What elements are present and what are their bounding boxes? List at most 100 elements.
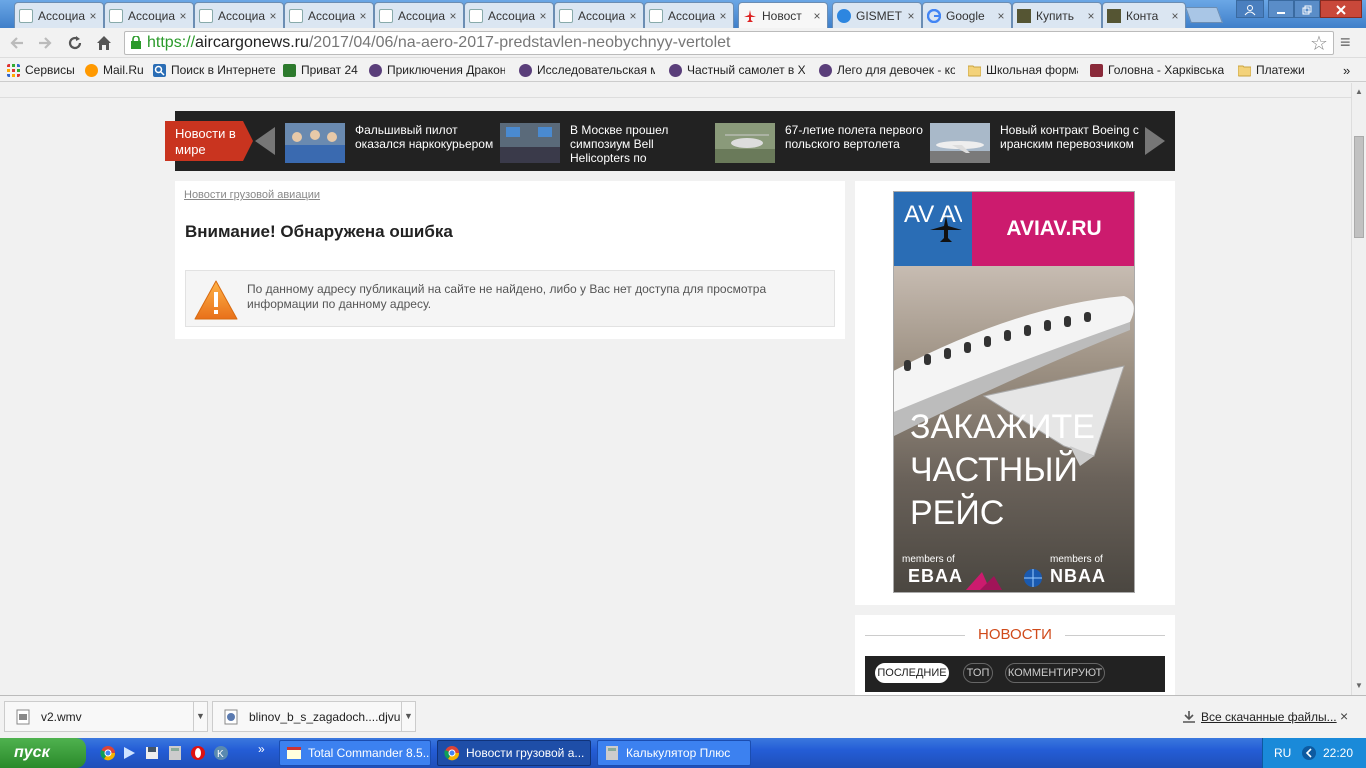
download-filename: v2.wmv	[41, 709, 82, 724]
warning-icon	[194, 280, 238, 320]
ticker-prev-arrow-icon[interactable]	[255, 127, 275, 155]
user-profile-icon[interactable]	[1236, 0, 1264, 18]
ticker-thumbnail	[500, 123, 560, 163]
chrome-icon[interactable]	[100, 745, 116, 761]
calculator-icon[interactable]	[167, 745, 183, 761]
ticker-item[interactable]: В Москве прошел симпозиум Bell Helicopte…	[500, 123, 710, 165]
window-close-icon[interactable]	[1320, 0, 1362, 18]
close-icon[interactable]: ×	[267, 9, 279, 23]
bookmarks-overflow-button[interactable]: »	[1343, 63, 1357, 78]
quicklaunch-overflow-button[interactable]: »	[258, 742, 265, 756]
browser-tab-active[interactable]: Новост ×	[738, 2, 828, 28]
close-icon[interactable]: ×	[995, 9, 1007, 23]
browser-tab[interactable]: Ассоциа ×	[374, 2, 464, 28]
menu-icon[interactable]: ≡	[1340, 32, 1351, 53]
taskbar-task[interactable]: Total Commander 8.5...	[279, 740, 431, 766]
home-icon[interactable]	[93, 33, 115, 53]
restore-icon[interactable]	[1294, 0, 1320, 18]
browser-tab[interactable]: Купить ×	[1012, 2, 1102, 28]
total-commander-icon	[287, 747, 301, 759]
close-icon[interactable]: ×	[357, 9, 369, 23]
close-icon[interactable]: ×	[717, 9, 729, 23]
bookmark-item[interactable]: Лего для девочек - кон	[819, 63, 955, 77]
bookmark-folder[interactable]: Платежи	[1238, 63, 1318, 77]
browser-tab[interactable]: Google ×	[922, 2, 1012, 28]
chevron-down-icon[interactable]: ▼	[193, 702, 207, 731]
bookmark-star-icon[interactable]: ☆	[1310, 31, 1328, 56]
minimize-icon[interactable]	[1268, 0, 1294, 18]
bookmark-icon	[819, 63, 832, 77]
start-button[interactable]: пуск	[0, 738, 86, 768]
reload-icon[interactable]	[64, 33, 86, 53]
bookmark-item[interactable]: Сервисы	[7, 63, 77, 77]
browser-tab[interactable]: Ассоциа ×	[554, 2, 644, 28]
divider	[1065, 635, 1165, 636]
address-bar[interactable]: https://aircargonews.ru/2017/04/06/na-ae…	[124, 31, 1334, 55]
bookmark-item[interactable]: Частный самолет в Хар	[669, 63, 805, 77]
close-icon[interactable]: ×	[447, 9, 459, 23]
browser-tab[interactable]: Ассоциа ×	[644, 2, 734, 28]
bookmark-folder[interactable]: Школьная форма	[968, 63, 1078, 77]
aviav-banner-ad[interactable]: AV AV AVIAV.RU ЗАКАЖИТЕ ЧАСТНЫЙ РЕЙС	[893, 191, 1135, 593]
bookmark-item[interactable]: Головна - Харківська г	[1090, 63, 1224, 77]
floppy-icon[interactable]	[144, 745, 160, 761]
ticker-next-arrow-icon[interactable]	[1145, 127, 1165, 155]
chevron-left-icon[interactable]	[1301, 745, 1317, 761]
close-icon[interactable]: ×	[905, 9, 917, 23]
bookmark-item[interactable]: Приключения Дракона	[369, 63, 505, 77]
bookmark-item[interactable]: Поиск в Интернете	[153, 63, 275, 77]
tab-top[interactable]: ТОП	[963, 663, 993, 683]
browser-tab[interactable]: Ассоциа ×	[464, 2, 554, 28]
bookmark-item[interactable]: Приват 24	[283, 63, 361, 77]
page-scrollbar[interactable]: ▲ ▼	[1351, 83, 1366, 695]
airplane-favicon-icon	[744, 9, 756, 22]
tab-title: Ассоциа	[38, 8, 86, 23]
browser-tab[interactable]: Ассоциа ×	[14, 2, 104, 28]
taskbar-task[interactable]: Калькулятор Плюс	[597, 740, 751, 766]
close-icon[interactable]: ×	[1169, 9, 1181, 23]
browser-tab[interactable]: GISMET ×	[832, 2, 922, 28]
close-icon[interactable]: ×	[1340, 708, 1348, 724]
close-icon[interactable]: ×	[811, 9, 823, 23]
close-icon[interactable]: ×	[537, 9, 549, 23]
close-icon[interactable]: ×	[87, 9, 99, 23]
download-item[interactable]: v2.wmv ▼	[4, 701, 208, 732]
tab-latest[interactable]: ПОСЛЕДНИЕ	[875, 663, 949, 683]
scrollbar-thumb[interactable]	[1354, 136, 1364, 238]
app-icon[interactable]: K	[213, 745, 229, 761]
browser-tab[interactable]: Ассоциа ×	[284, 2, 374, 28]
ticker-item[interactable]: 67-летие полета первого польского вертол…	[715, 123, 925, 163]
ticker-item[interactable]: Фальшивый пилот оказался наркокурьером	[285, 123, 495, 163]
media-player-icon[interactable]	[121, 745, 137, 761]
opera-icon[interactable]	[190, 745, 206, 761]
clock[interactable]: 22:20	[1323, 746, 1353, 760]
browser-tab-strip: Ассоциа × Ассоциа × Ассоциа × Ассоциа × …	[0, 0, 1366, 28]
taskbar-task-active[interactable]: Новости грузовой а...	[437, 740, 591, 766]
new-tab-button[interactable]	[1185, 7, 1223, 23]
ticker-item-title: 67-летие полета первого польского вертол…	[785, 123, 923, 151]
bookmark-label: Приват 24	[301, 63, 358, 77]
back-arrow-icon[interactable]	[6, 33, 28, 53]
language-indicator[interactable]: RU	[1274, 746, 1291, 760]
url-domain: aircargonews.ru	[195, 34, 309, 51]
ticker-label: Новости в мире	[165, 121, 253, 161]
close-icon[interactable]: ×	[177, 9, 189, 23]
scroll-up-icon[interactable]: ▲	[1355, 87, 1363, 96]
tab-title: GISMET	[856, 8, 903, 23]
browser-tab[interactable]: Ассоциа ×	[194, 2, 284, 28]
browser-tab[interactable]: Конта ×	[1102, 2, 1186, 28]
bookmark-item[interactable]: Mail.Ru	[85, 63, 145, 77]
show-all-downloads-link[interactable]: Все скачанные файлы...	[1182, 710, 1337, 724]
chevron-down-icon[interactable]: ▼	[401, 702, 415, 731]
bookmark-item[interactable]: Исследовательская ма	[519, 63, 655, 77]
close-icon[interactable]: ×	[627, 9, 639, 23]
ticker-item[interactable]: Новый контракт Boeing с иранским перевоз…	[930, 123, 1140, 163]
download-item[interactable]: blinov_b_s_zagadoch....djvu ▼	[212, 701, 416, 732]
scroll-down-icon[interactable]: ▼	[1355, 681, 1363, 690]
forward-arrow-icon[interactable]	[34, 33, 56, 53]
browser-tab[interactable]: Ассоциа ×	[104, 2, 194, 28]
breadcrumb[interactable]: Новости грузовой авиации	[184, 189, 320, 201]
bookmark-label: Сервисы	[25, 63, 75, 77]
tab-commented[interactable]: КОММЕНТИРУЮТ	[1005, 663, 1105, 683]
close-icon[interactable]: ×	[1085, 9, 1097, 23]
